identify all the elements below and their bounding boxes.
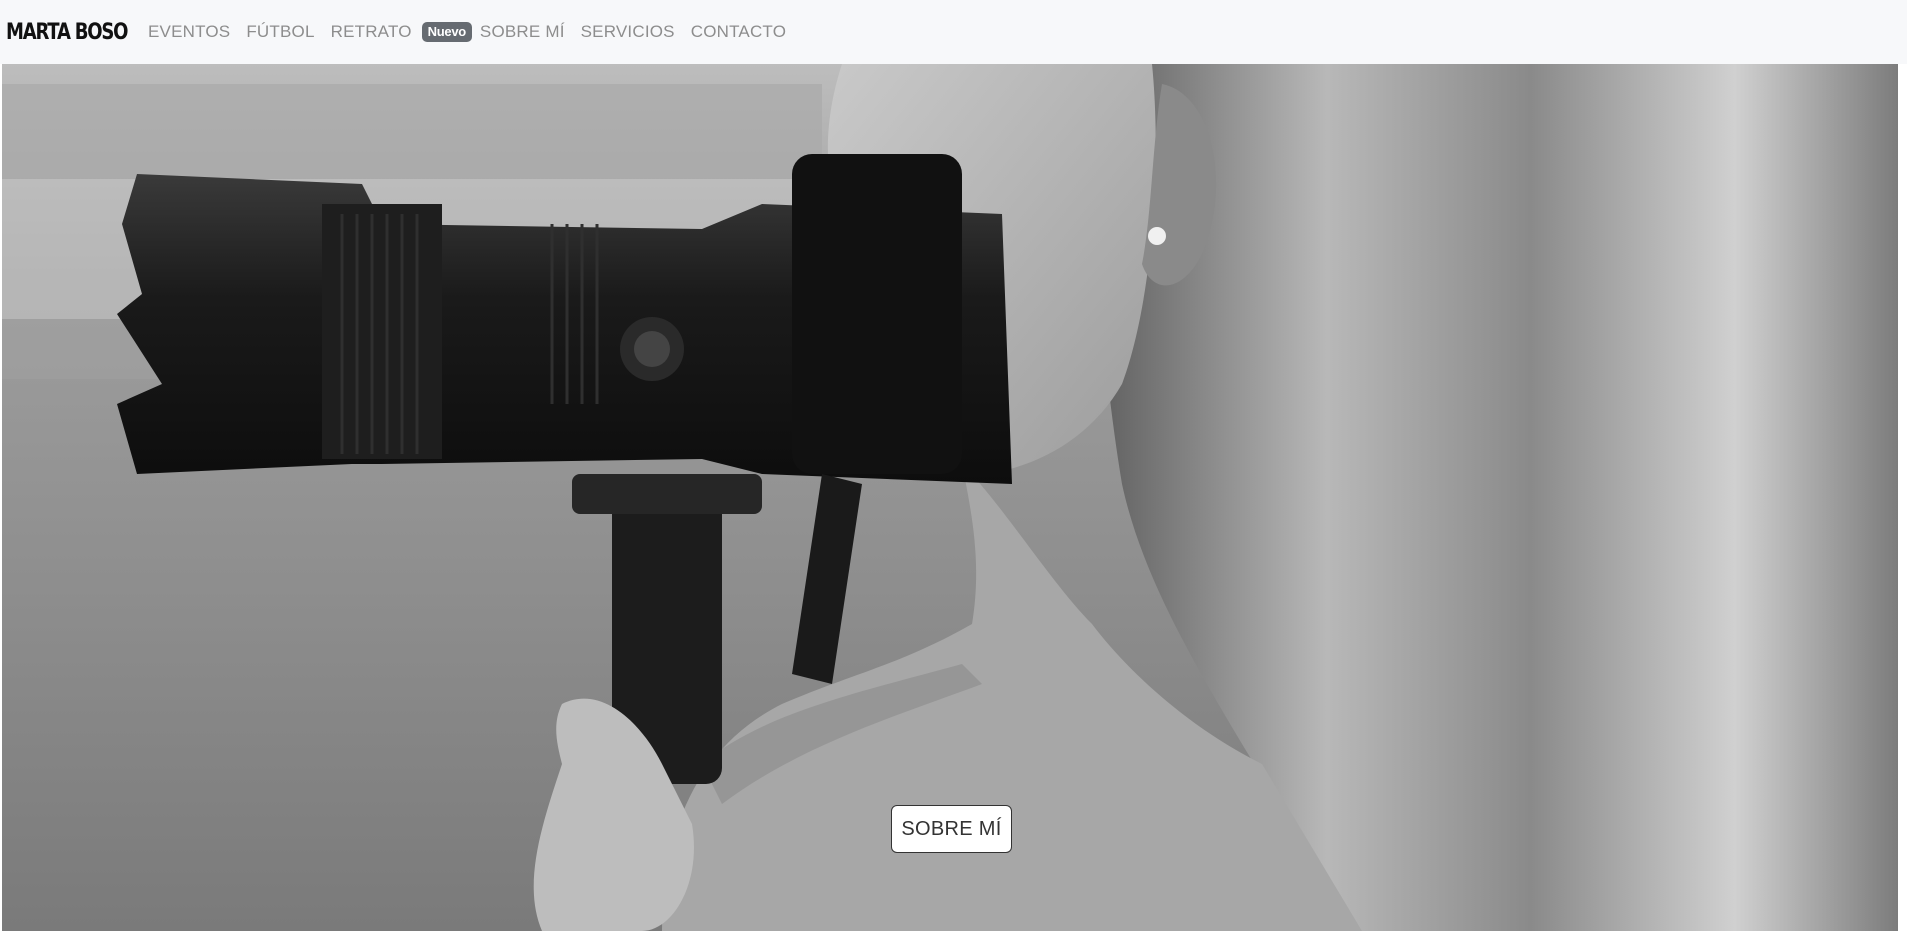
nav-item-eventos[interactable]: EVENTOS [148, 22, 230, 42]
about-me-button[interactable]: SOBRE MÍ [891, 805, 1012, 853]
top-navbar: MARTA BOSO EVENTOS FÚTBOL RETRATO Nuevo … [0, 0, 1907, 64]
hero-section: SOBRE MÍ [2, 64, 1898, 931]
nav-item-sobre-mi[interactable]: SOBRE MÍ [480, 22, 565, 42]
nav-menu: EVENTOS FÚTBOL RETRATO Nuevo SOBRE MÍ SE… [148, 22, 802, 42]
nav-item-servicios[interactable]: SERVICIOS [581, 22, 675, 42]
nav-item-contacto[interactable]: CONTACTO [691, 22, 786, 42]
new-badge: Nuevo [421, 22, 472, 42]
nav-item-futbol[interactable]: FÚTBOL [246, 22, 314, 42]
nav-item-retrato[interactable]: RETRATO [331, 22, 412, 42]
brand-logo[interactable]: MARTA BOSO [6, 20, 128, 45]
hero-photo [2, 64, 1898, 931]
